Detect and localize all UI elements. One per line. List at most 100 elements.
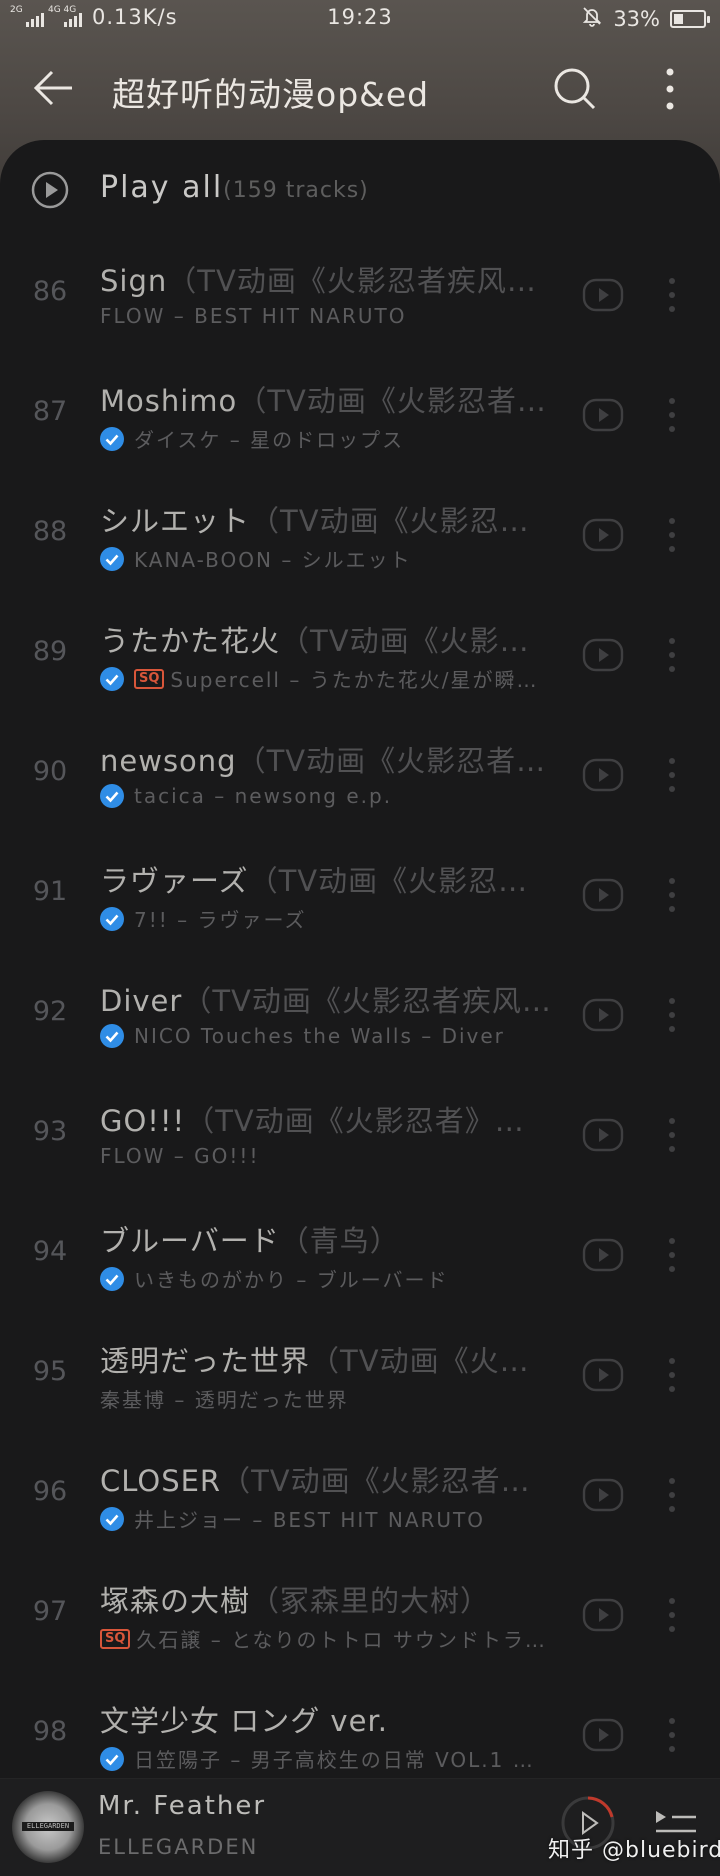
track-artist-album: いきものがかり – ブルーバード	[134, 1268, 449, 1292]
track-subtitle: （冢森里的大树）	[250, 1584, 491, 1618]
track-row[interactable]: 86 Sign（TV动画《火影忍者疾风… FLOW – BEST HIT NARUT…	[0, 240, 720, 360]
track-row[interactable]: 87 Moshimo（TV动画《火影忍者… ダイスケ – 星のドロップス	[0, 360, 720, 480]
track-row[interactable]: 91 ラヴァーズ（TV动画《火影忍… 7!! – ラヴァーズ	[0, 840, 720, 960]
search-icon	[554, 68, 596, 110]
track-name: ブルーバード	[100, 1224, 280, 1258]
row-more-button[interactable]	[660, 512, 684, 558]
track-row[interactable]: 97 塚森の大樹（冢森里的大树） SQ 久石譲 – となりのトトロ サウンドトラ…	[0, 1560, 720, 1680]
track-meta: 7!! – ラヴァーズ	[100, 904, 560, 933]
play-circle-icon	[582, 1238, 624, 1272]
row-more-button[interactable]	[660, 992, 684, 1038]
row-play-button[interactable]	[582, 1718, 624, 1752]
battery-icon	[670, 9, 710, 28]
track-row[interactable]: 90 newsong（TV动画《火影忍者… tacica – newsong e.p…	[0, 720, 720, 840]
track-subtitle: （TV动画《火影忍者疾风…	[167, 264, 537, 298]
play-circle-icon	[582, 1718, 624, 1752]
track-name: うたかた花火	[100, 624, 281, 658]
now-playing-artist: ELLEGARDEN	[98, 1835, 259, 1859]
header-more-button[interactable]	[652, 62, 688, 116]
more-vertical-icon	[669, 518, 675, 552]
track-title: 塚森の大樹（冢森里的大树）	[100, 1578, 550, 1620]
play-circle-icon	[582, 1118, 624, 1152]
row-more-button[interactable]	[660, 1712, 684, 1758]
track-title: ブルーバード（青鸟）	[100, 1218, 550, 1260]
play-circle-icon	[582, 398, 624, 432]
track-meta: 井上ジョー – BEST HIT NARUTO	[100, 1504, 560, 1533]
more-vertical-icon	[669, 638, 675, 672]
verified-icon	[100, 666, 124, 691]
track-row[interactable]: 93 GO!!!（TV动画《火影忍者》… FLOW – GO!!!	[0, 1080, 720, 1200]
track-number: 88	[32, 516, 68, 547]
play-circle-icon	[31, 171, 69, 209]
track-row[interactable]: 89 うたかた花火（TV动画《火影… SQ Supercell – うたかた花火/星が…	[0, 600, 720, 720]
track-count: (159 tracks)	[223, 178, 369, 203]
track-list-panel: Play all(159 tracks) 86 Sign（TV动画《火影忍者疾风……	[0, 140, 720, 1780]
sq-quality-badge: SQ	[134, 668, 165, 689]
track-list: 86 Sign（TV动画《火影忍者疾风… FLOW – BEST HIT NARUT…	[0, 240, 720, 1780]
track-row[interactable]: 92 Diver（TV动画《火影忍者疾风… NICO Touches the Wal…	[0, 960, 720, 1080]
track-title: 文学少女 ロング ver.	[100, 1698, 550, 1740]
more-vertical-icon	[669, 1478, 675, 1512]
row-more-button[interactable]	[660, 1592, 684, 1638]
row-more-button[interactable]	[660, 752, 684, 798]
row-more-button[interactable]	[660, 632, 684, 678]
row-play-button[interactable]	[582, 278, 624, 312]
track-artist-album: tacica – newsong e.p.	[134, 784, 393, 808]
row-play-button[interactable]	[582, 998, 624, 1032]
track-number: 98	[32, 1716, 68, 1747]
row-more-button[interactable]	[660, 1232, 684, 1278]
album-art[interactable]: ELLEGARDEN	[12, 1791, 84, 1863]
track-subtitle: （TV动画《火影忍者》…	[185, 1104, 525, 1138]
track-title: 透明だった世界（TV动画《火…	[100, 1338, 550, 1380]
track-number: 95	[32, 1356, 68, 1387]
track-title: GO!!!（TV动画《火影忍者》…	[100, 1098, 550, 1140]
track-name: Moshimo	[100, 384, 238, 418]
search-button[interactable]	[548, 62, 602, 116]
track-number: 86	[32, 276, 68, 307]
track-subtitle: （TV动画《火影忍…	[250, 504, 530, 538]
back-button[interactable]	[28, 62, 84, 114]
row-play-button[interactable]	[582, 1598, 624, 1632]
battery-percent: 33%	[613, 6, 660, 31]
track-row[interactable]: 88 シルエット（TV动画《火影忍… KANA-BOON – シルエット	[0, 480, 720, 600]
track-artist-album: FLOW – BEST HIT NARUTO	[100, 304, 407, 328]
track-row[interactable]: 98 文学少女 ロング ver. 日笠陽子 – 男子高校生の日常 VOL.1 …	[0, 1680, 720, 1780]
row-play-button[interactable]	[582, 1118, 624, 1152]
toolbar: 超好听的动漫op&ed	[0, 50, 720, 126]
verified-icon	[100, 1746, 124, 1771]
row-more-button[interactable]	[660, 392, 684, 438]
row-play-button[interactable]	[582, 398, 624, 432]
play-all-button[interactable]: Play all(159 tracks)	[0, 140, 720, 240]
watermark: 知乎 @bluebird	[548, 1838, 720, 1863]
track-number: 92	[32, 996, 68, 1027]
track-title: シルエット（TV动画《火影忍…	[100, 498, 550, 540]
row-more-button[interactable]	[660, 272, 684, 318]
row-play-button[interactable]	[582, 518, 624, 552]
row-play-button[interactable]	[582, 638, 624, 672]
track-title: Moshimo（TV动画《火影忍者…	[100, 378, 550, 420]
track-name: ラヴァーズ	[100, 864, 249, 898]
play-circle-icon	[582, 638, 624, 672]
track-number: 91	[32, 876, 68, 907]
track-meta: 秦基博 – 透明だった世界	[100, 1384, 560, 1413]
back-arrow-icon	[33, 70, 72, 106]
row-more-button[interactable]	[660, 872, 684, 918]
play-circle-icon	[582, 278, 624, 312]
track-row[interactable]: 95 透明だった世界（TV动画《火… 秦基博 – 透明だった世界	[0, 1320, 720, 1440]
track-subtitle: （TV动画《火影忍…	[248, 864, 529, 898]
track-subtitle: （青鸟）	[279, 1224, 400, 1258]
track-row[interactable]: 94 ブルーバード（青鸟） いきものがかり – ブルーバード	[0, 1200, 720, 1320]
row-play-button[interactable]	[582, 1358, 624, 1392]
row-play-button[interactable]	[582, 758, 624, 792]
track-row[interactable]: 96 CLOSER（TV动画《火影忍者… 井上ジョー – BEST HIT NARU…	[0, 1440, 720, 1560]
track-title: うたかた花火（TV动画《火影…	[100, 618, 550, 660]
row-more-button[interactable]	[660, 1472, 684, 1518]
verified-icon	[100, 546, 124, 571]
row-more-button[interactable]	[660, 1352, 684, 1398]
row-more-button[interactable]	[660, 1112, 684, 1158]
track-name: GO!!!	[100, 1104, 186, 1138]
row-play-button[interactable]	[582, 1478, 624, 1512]
verified-icon	[100, 1024, 124, 1048]
row-play-button[interactable]	[582, 1238, 624, 1272]
row-play-button[interactable]	[582, 878, 624, 912]
